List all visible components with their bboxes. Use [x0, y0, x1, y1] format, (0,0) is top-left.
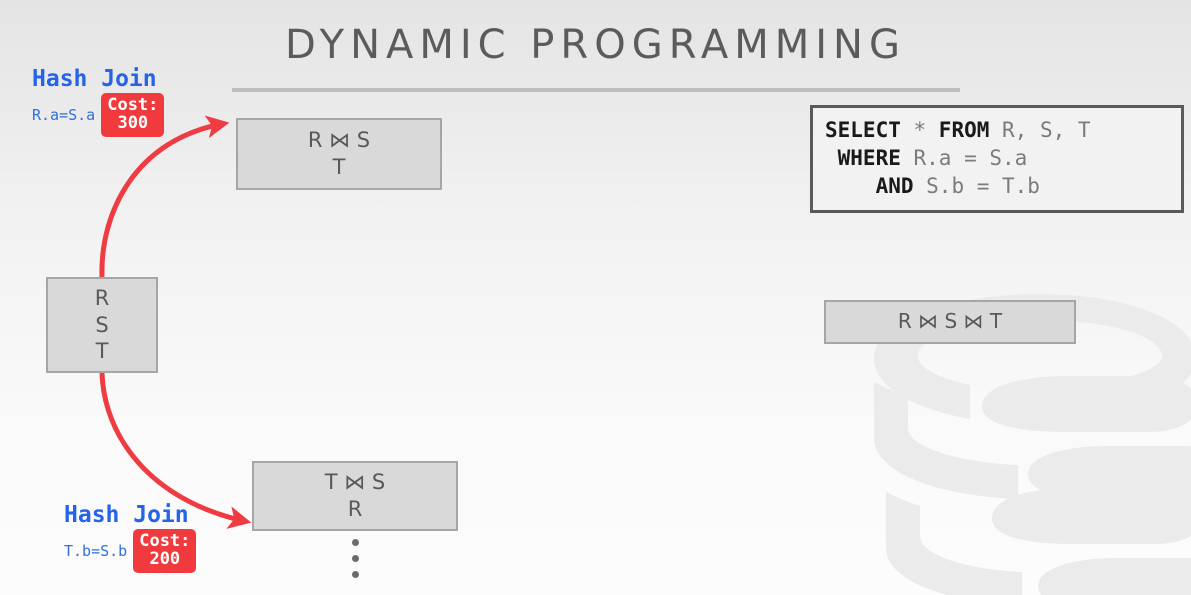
hash-join-detail-row: T.b=S.b Cost: 200 — [64, 529, 197, 573]
box-r-s-t[interactable]: RST — [46, 277, 158, 373]
box-rs-join-t[interactable]: R ⋈ ST — [236, 118, 442, 190]
plan-box-line: S — [95, 312, 109, 337]
plan-box-line: T — [332, 155, 346, 179]
cost-value: 200 — [149, 549, 181, 570]
ellipsis-dot — [351, 555, 359, 562]
sql-keyword: SELECT — [825, 118, 901, 142]
sql-line: SELECT * FROM R, S, T — [825, 116, 1171, 144]
title-divider — [232, 88, 960, 92]
sql-line: AND S.b = T.b — [825, 172, 1171, 200]
sql-identifier: * — [900, 118, 939, 142]
plan-box-line: T — [95, 339, 109, 364]
join-predicate: T.b=S.b — [64, 541, 128, 560]
sql-query-box: SELECT * FROM R, S, T WHERE R.a = S.a AN… — [810, 105, 1184, 214]
plan-box-line: R — [347, 497, 363, 521]
box-r-s-t-joined[interactable]: R ⋈ S ⋈ T — [824, 300, 1076, 344]
slide-canvas: DYNAMIC PROGRAMMING SELECT * FROM R, S, … — [0, 0, 1191, 595]
vertical-ellipsis — [337, 539, 373, 578]
arrow-root-to-rs-t — [99, 115, 230, 278]
cost-badge: Cost: 200 — [133, 529, 197, 573]
cost-label: Cost: — [107, 95, 159, 115]
sql-identifier: R, S, T — [989, 118, 1091, 142]
hash-join-label: Hash Join — [32, 66, 157, 92]
cost-value: 300 — [117, 113, 149, 134]
sql-keyword: FROM — [938, 118, 990, 142]
ellipsis-dot — [351, 571, 359, 578]
sql-keyword: AND — [825, 174, 914, 199]
page-title: DYNAMIC PROGRAMMING — [285, 22, 906, 68]
sql-identifier: R.a = S.a — [900, 146, 1028, 171]
cost-badge: Cost: 300 — [101, 93, 165, 137]
ellipsis-dot — [351, 539, 359, 546]
plan-box-line: T ⋈ S — [324, 470, 386, 495]
plan-box-line: R ⋈ S ⋈ T — [897, 309, 1003, 334]
cost-label: Cost: — [139, 531, 191, 551]
box-ts-join-r[interactable]: T ⋈ SR — [252, 461, 458, 531]
plan-box-line: R — [94, 285, 110, 310]
annotation-hash-join-bottom: Hash Join T.b=S.b Cost: 200 — [64, 502, 197, 573]
hash-join-detail-row: R.a=S.a Cost: 300 — [32, 93, 165, 137]
hash-join-label: Hash Join — [64, 502, 189, 528]
sql-identifier: S.b = T.b — [913, 174, 1040, 199]
annotation-hash-join-top: Hash Join R.a=S.a Cost: 300 — [32, 66, 165, 137]
join-predicate: R.a=S.a — [32, 105, 96, 124]
sql-keyword: WHERE — [825, 146, 901, 171]
sql-line: WHERE R.a = S.a — [825, 144, 1171, 172]
arrow-root-to-ts-r — [99, 372, 252, 529]
plan-box-line: R ⋈ S — [307, 128, 371, 153]
